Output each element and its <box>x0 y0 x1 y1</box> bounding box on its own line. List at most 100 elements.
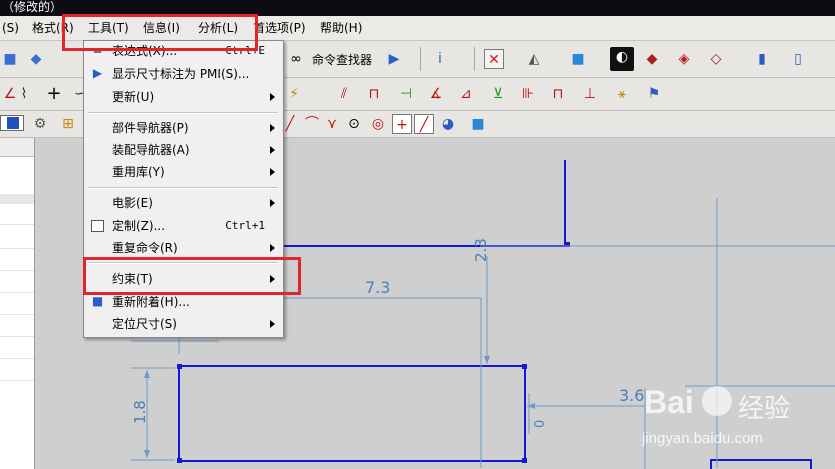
selection-filter-dropdown[interactable] <box>0 115 24 131</box>
tools-menu-item-reuse-library[interactable]: 重用库(Y) <box>84 161 283 183</box>
submenu-arrow-icon <box>270 93 275 101</box>
dimension-arrow <box>484 356 490 364</box>
save-icon[interactable]: ◆ <box>26 49 46 69</box>
submenu-arrow-icon <box>270 244 275 252</box>
dropdown-arrow-icon <box>7 117 19 129</box>
sketch-rectangle <box>178 365 526 462</box>
watermark-brand: Bai <box>644 384 694 420</box>
snap-body-icon[interactable]: ■ <box>468 114 488 134</box>
reattach-icon: ■ <box>91 294 104 308</box>
dimension-text-zero[interactable]: 0 <box>533 420 548 428</box>
filter-settings-icon[interactable]: ⚙ <box>30 114 50 134</box>
tangent-constraint-icon[interactable]: ⊿ <box>456 84 476 104</box>
toolbar-separator <box>474 47 475 71</box>
paw-icon <box>702 386 732 416</box>
navigator-row <box>0 292 34 293</box>
tools-menu-item-repeat-command[interactable]: 重复命令(R) <box>84 237 283 259</box>
navigator-row <box>0 224 34 225</box>
navigator-row <box>0 336 34 337</box>
navigator-row <box>0 380 34 381</box>
pmi-icon: ▶ <box>92 66 103 80</box>
submenu-arrow-icon <box>270 320 275 328</box>
open-part-icon[interactable]: ■ <box>0 49 20 69</box>
menu-preferences[interactable]: 首选项(P) <box>253 20 306 36</box>
snap-midpoint-icon[interactable]: ⌒ <box>302 114 322 134</box>
red-cube-icon[interactable]: ◆ <box>642 49 662 69</box>
info-icon[interactable]: i <box>430 49 450 69</box>
navigator-panel[interactable] <box>0 138 35 469</box>
symmetric-constraint-icon[interactable]: ⊓ <box>548 84 568 104</box>
constraint-display-icon[interactable]: ⚑ <box>644 84 664 104</box>
window-title: （修改的） <box>2 0 63 14</box>
auto-constrain-icon[interactable]: ⚹ <box>612 84 632 104</box>
sketch-vertex <box>522 364 527 369</box>
wireframe-cube-icon[interactable]: ◈ <box>674 49 694 69</box>
dimension-text-width[interactable]: 7.3 <box>365 278 390 297</box>
selection-arrow-icon[interactable]: ▶ <box>384 49 404 69</box>
snap-on-curve-icon[interactable]: ╱ <box>414 114 434 134</box>
horizontal-constraint-icon[interactable]: ⊣ <box>396 84 416 104</box>
highlight-box-constraints <box>83 257 301 295</box>
submenu-arrow-icon <box>270 146 275 154</box>
highlight-box-menu <box>62 14 258 51</box>
navigator-row <box>0 314 34 315</box>
menu-separator <box>88 112 278 114</box>
hidden-edge-cube-icon[interactable]: ◇ <box>706 49 726 69</box>
dimension-text-height[interactable]: 2.3 <box>472 238 490 262</box>
tools-menu-item-customize[interactable]: 定制(Z)... Ctrl+1 <box>84 215 283 237</box>
fit-view-icon[interactable]: ✕ <box>484 49 504 69</box>
tools-menu-item-update[interactable]: 更新(U) <box>84 86 283 108</box>
angle-constraint-icon[interactable]: ∡ <box>426 84 446 104</box>
parallel-constraint-icon[interactable]: ⫽ <box>334 84 354 104</box>
snap-point-icon[interactable]: ⊞ <box>58 114 78 134</box>
fix-constraint-icon[interactable]: ⊥ <box>580 84 600 104</box>
perpendicular-constraint-icon[interactable]: ⊓ <box>364 84 384 104</box>
tools-menu-item-part-navigator[interactable]: 部件导航器(P) <box>84 117 283 139</box>
equal-length-icon[interactable]: ⊪ <box>518 84 538 104</box>
tools-menu-item-movie[interactable]: 电影(E) <box>84 192 283 214</box>
section-view-icon[interactable]: ▮ <box>752 49 772 69</box>
dimension-arrow <box>144 450 150 458</box>
menu-edit-partial[interactable]: (S) <box>2 20 19 36</box>
orient-view-icon[interactable]: ◭ <box>524 49 544 69</box>
quick-trim-icon[interactable]: ⚡ <box>284 84 304 104</box>
binoculars-icon[interactable]: ∞ <box>286 49 306 69</box>
sketch-vertex <box>177 364 182 369</box>
submenu-arrow-icon <box>270 199 275 207</box>
watermark: Bai 经验 jingyan.baidu.com <box>640 376 830 456</box>
navigator-panel-header <box>0 138 34 157</box>
dimension-text-rect-height[interactable]: 1.8 <box>131 400 149 424</box>
snap-center-icon[interactable]: ⊙ <box>344 114 364 134</box>
menu-separator <box>88 187 278 189</box>
toolbar-separator <box>420 47 421 71</box>
shaded-cube-icon[interactable]: ■ <box>568 49 588 69</box>
snap-quadrant-icon[interactable]: ◎ <box>368 114 388 134</box>
navigator-row <box>0 248 34 249</box>
menu-help[interactable]: 帮助(H) <box>320 20 362 36</box>
tools-menu-item-positioning-dimensions[interactable]: 定位尺寸(S) <box>84 313 283 335</box>
render-style-icon[interactable]: ◐ <box>610 47 634 71</box>
polyline-icon[interactable]: ⌇ <box>14 84 34 104</box>
submenu-arrow-icon <box>270 124 275 132</box>
snap-intersection-icon[interactable]: ⋎ <box>322 114 342 134</box>
tools-menu-item-assembly-navigator[interactable]: 装配导航器(A) <box>84 139 283 161</box>
customize-icon <box>91 220 104 232</box>
sketch-vertex <box>177 458 182 463</box>
navigator-row <box>0 270 34 271</box>
sketch-vertex <box>522 458 527 463</box>
sketch-rectangle-partial <box>710 459 812 469</box>
clip-view-icon[interactable]: ▯ <box>788 49 808 69</box>
dimension-arrow <box>527 403 535 409</box>
watermark-url: jingyan.baidu.com <box>642 430 763 447</box>
snap-surface-icon[interactable]: ◕ <box>438 114 458 134</box>
dimension-arrow <box>144 370 150 378</box>
tools-menu-item-show-pmi[interactable]: ▶ 显示尺寸标注为 PMI(S)... <box>84 63 283 85</box>
navigator-row <box>0 358 34 359</box>
navigator-column-header <box>0 194 34 204</box>
snap-existing-point-icon[interactable]: + <box>392 114 412 134</box>
point-cross-icon[interactable]: + <box>44 84 64 104</box>
submenu-arrow-icon <box>270 168 275 176</box>
command-finder-button[interactable]: 命令查找器 <box>312 51 372 68</box>
coincident-constraint-icon[interactable]: ⊻ <box>488 84 508 104</box>
watermark-brand-cn: 经验 <box>738 394 791 424</box>
